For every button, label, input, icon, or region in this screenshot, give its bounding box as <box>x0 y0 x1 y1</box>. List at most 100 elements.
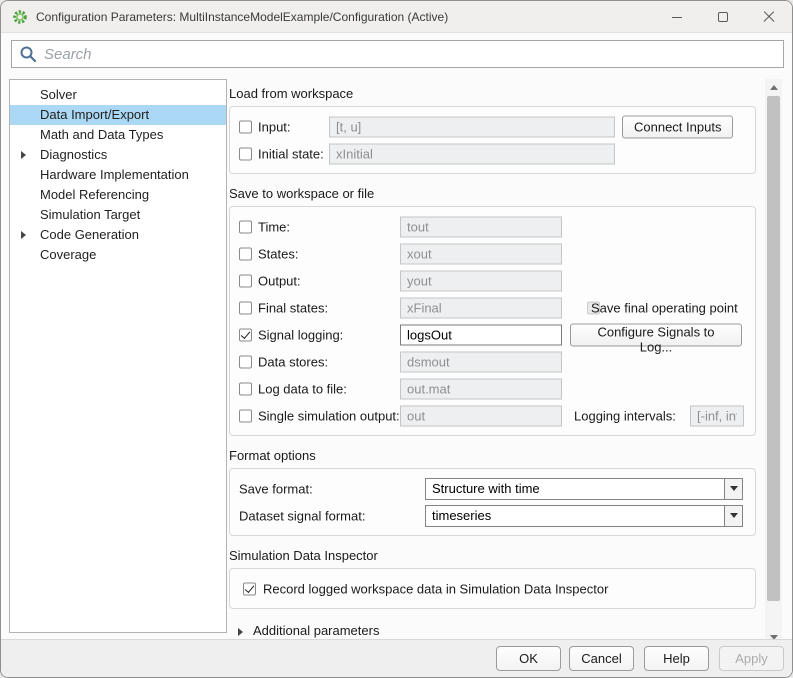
minimize-button[interactable] <box>654 1 700 33</box>
sidebar-item-label: Coverage <box>40 247 96 262</box>
states-label: States: <box>258 246 298 261</box>
states-checkbox[interactable] <box>239 247 252 260</box>
sidebar-item-math-and-data-types[interactable]: Math and Data Types <box>10 125 226 145</box>
load-from-workspace-group: Input: Connect Inputs Initial state: <box>229 106 756 174</box>
signal-logging-label: Signal logging: <box>258 327 343 342</box>
chevron-down-icon <box>730 486 738 491</box>
data-stores-checkbox[interactable] <box>239 355 252 368</box>
search-input[interactable] <box>11 40 784 68</box>
sidebar-item-label: Math and Data Types <box>40 127 163 142</box>
record-logged-row: Record logged workspace data in Simulati… <box>230 575 755 602</box>
ok-button[interactable]: OK <box>496 646 561 671</box>
input-field <box>329 116 615 137</box>
sidebar-item-model-referencing[interactable]: Model Referencing <box>10 185 226 205</box>
dropdown-arrow-button[interactable] <box>724 479 742 499</box>
save-to-workspace-title: Save to workspace or file <box>229 186 756 201</box>
sidebar-item-label: Diagnostics <box>40 147 107 162</box>
sidebar-item-solver[interactable]: Solver <box>10 85 226 105</box>
expand-arrow-icon[interactable] <box>21 151 26 159</box>
signal-logging-row: Signal logging: Configure Signals to Log… <box>230 321 755 348</box>
signal-logging-field[interactable] <box>400 324 562 345</box>
initial-state-label: Initial state: <box>258 146 324 161</box>
sidebar-item-label: Solver <box>40 87 77 102</box>
chevron-up-icon <box>770 85 778 90</box>
record-logged-checkbox[interactable] <box>243 582 256 595</box>
logging-intervals-field <box>690 405 744 426</box>
final-states-checkbox[interactable] <box>239 301 252 314</box>
expand-arrow-icon[interactable] <box>21 231 26 239</box>
final-states-field <box>400 297 562 318</box>
save-format-dropdown[interactable]: Structure with time <box>425 478 743 500</box>
logging-intervals-label: Logging intervals: <box>574 408 676 423</box>
search-bar <box>11 40 784 68</box>
output-checkbox[interactable] <box>239 274 252 287</box>
sidebar-item-label: Model Referencing <box>40 187 149 202</box>
save-to-workspace-group: Time: States: Output: Final states: Save… <box>229 206 756 436</box>
output-row: Output: <box>230 267 755 294</box>
scroll-up-button[interactable] <box>765 79 782 95</box>
vertical-scrollbar[interactable] <box>765 79 782 645</box>
single-simulation-output-field <box>400 405 562 426</box>
additional-parameters-label: Additional parameters <box>253 623 379 638</box>
final-states-row: Final states: Save final operating point <box>230 294 755 321</box>
simulink-gear-icon <box>12 9 28 25</box>
time-row: Time: <box>230 213 755 240</box>
maximize-icon <box>718 12 728 22</box>
log-data-to-file-checkbox[interactable] <box>239 382 252 395</box>
initial-state-checkbox[interactable] <box>239 147 252 160</box>
close-button[interactable] <box>746 1 792 33</box>
minimize-icon <box>672 17 682 18</box>
save-final-operating-point-label: Save final operating point <box>591 300 738 315</box>
dropdown-arrow-button[interactable] <box>724 506 742 526</box>
configure-signals-to-log-button[interactable]: Configure Signals to Log... <box>570 323 742 346</box>
single-simulation-output-checkbox[interactable] <box>239 409 252 422</box>
sidebar-item-label: Simulation Target <box>40 207 140 222</box>
connect-inputs-button[interactable]: Connect Inputs <box>622 115 733 138</box>
time-label: Time: <box>258 219 290 234</box>
sidebar-item-label: Data Import/Export <box>40 107 149 122</box>
format-options-title: Format options <box>229 448 756 463</box>
sidebar-item-hardware-implementation[interactable]: Hardware Implementation <box>10 165 226 185</box>
states-field <box>400 243 562 264</box>
final-states-label: Final states: <box>258 300 328 315</box>
save-format-value: Structure with time <box>426 479 724 499</box>
time-checkbox[interactable] <box>239 220 252 233</box>
dataset-signal-format-row: Dataset signal format: timeseries <box>230 502 755 529</box>
sidebar-item-coverage[interactable]: Coverage <box>10 245 226 265</box>
close-icon <box>763 11 775 23</box>
category-tree: Solver Data Import/Export Math and Data … <box>9 79 227 633</box>
maximize-button[interactable] <box>700 1 746 33</box>
time-field <box>400 216 562 237</box>
cancel-button[interactable]: Cancel <box>569 646 634 671</box>
data-stores-label: Data stores: <box>258 354 328 369</box>
dataset-signal-format-label: Dataset signal format: <box>239 508 365 523</box>
expand-arrow-icon <box>238 628 243 636</box>
sidebar-item-simulation-target[interactable]: Simulation Target <box>10 205 226 225</box>
data-stores-field <box>400 351 562 372</box>
data-import-export-pane: Load from workspace Input: Connect Input… <box>229 79 756 641</box>
sidebar-item-code-generation[interactable]: Code Generation <box>10 225 226 245</box>
initial-state-row: Initial state: <box>230 140 755 167</box>
title-bar: Configuration Parameters: MultiInstanceM… <box>1 1 792 33</box>
help-button[interactable]: Help <box>644 646 709 671</box>
signal-logging-checkbox[interactable] <box>239 328 252 341</box>
input-checkbox[interactable] <box>239 120 252 133</box>
log-data-to-file-row: Log data to file: <box>230 375 755 402</box>
apply-button: Apply <box>719 646 784 671</box>
simulation-data-inspector-title: Simulation Data Inspector <box>229 548 756 563</box>
single-simulation-output-row: Single simulation output: Logging interv… <box>230 402 755 429</box>
window-controls <box>654 1 792 33</box>
search-icon <box>19 45 37 66</box>
dataset-signal-format-value: timeseries <box>426 506 724 526</box>
sidebar-item-data-import-export[interactable]: Data Import/Export <box>10 105 226 125</box>
sidebar-item-diagnostics[interactable]: Diagnostics <box>10 145 226 165</box>
window-title: Configuration Parameters: MultiInstanceM… <box>36 10 448 24</box>
scrollbar-thumb[interactable] <box>767 96 780 601</box>
output-label: Output: <box>258 273 301 288</box>
format-options-group: Save format: Structure with time Dataset… <box>229 468 756 536</box>
output-field <box>400 270 562 291</box>
dataset-signal-format-dropdown[interactable]: timeseries <box>425 505 743 527</box>
chevron-down-icon <box>730 513 738 518</box>
log-data-to-file-field <box>400 378 562 399</box>
save-format-label: Save format: <box>239 481 313 496</box>
